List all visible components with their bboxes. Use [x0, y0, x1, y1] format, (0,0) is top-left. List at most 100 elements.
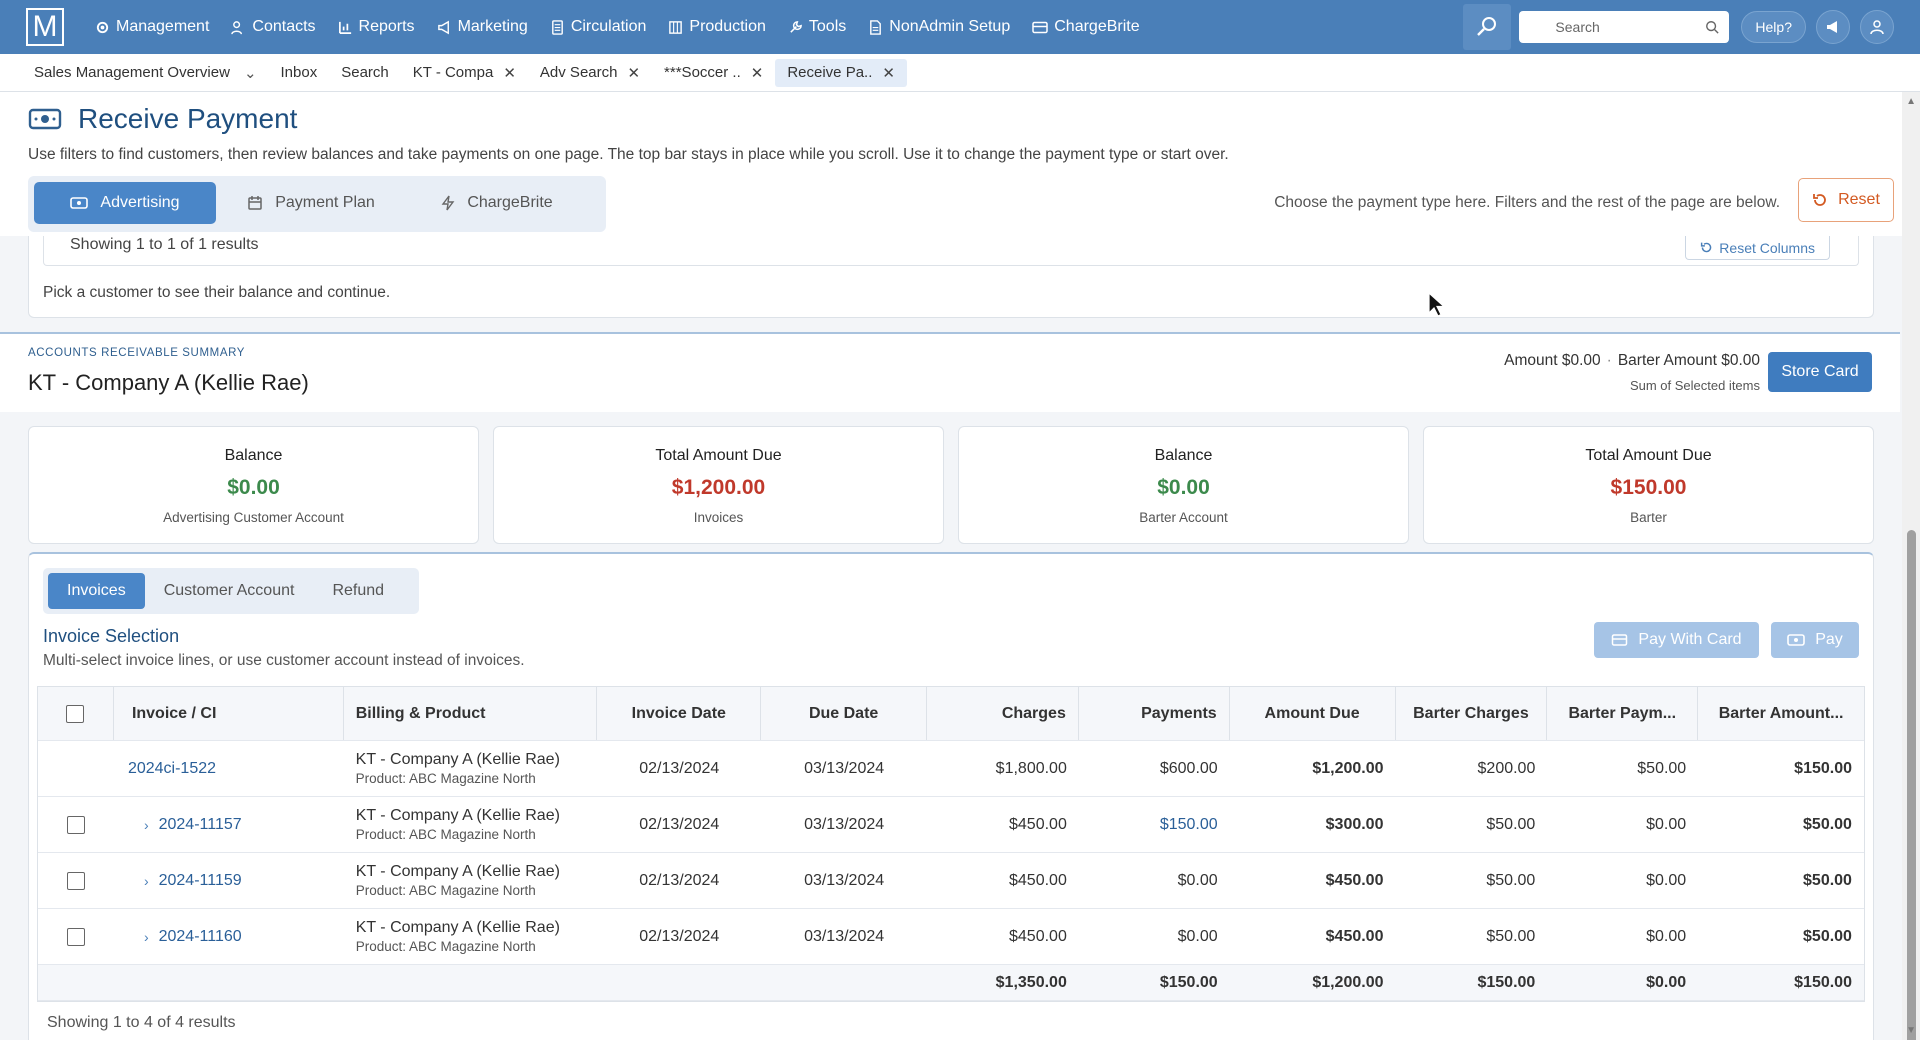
tab-invoices[interactable]: Invoices — [48, 573, 145, 609]
invoice-date: 02/13/2024 — [639, 815, 720, 833]
total-barter-payments: $0.00 — [1646, 973, 1687, 991]
tab-customer-account[interactable]: Customer Account — [145, 573, 314, 609]
col-header-due-date[interactable]: Due Date — [761, 687, 928, 740]
ar-summary: ACCOUNTS RECEIVABLE SUMMARY KT - Company… — [0, 332, 1900, 412]
announcements-button[interactable] — [1816, 10, 1850, 44]
nav-management[interactable]: Management — [84, 0, 220, 54]
nav-tools[interactable]: Tools — [777, 0, 857, 54]
col-header-amount-due[interactable]: Amount Due — [1230, 687, 1396, 740]
pay-with-card-button[interactable]: Pay With Card — [1594, 622, 1759, 658]
quick-search-button[interactable] — [1463, 4, 1512, 50]
global-search-input[interactable]: Search — [1519, 11, 1730, 43]
file-icon — [870, 19, 882, 35]
help-button[interactable]: Help? — [1741, 11, 1806, 43]
tab-soccer[interactable]: ***Soccer .. ✕ — [652, 59, 775, 87]
payments-link[interactable]: $150.00 — [1079, 797, 1230, 852]
barter-payments: $0.00 — [1646, 815, 1687, 833]
search-people-icon — [1477, 17, 1497, 36]
chart-icon — [338, 21, 351, 34]
invoice-link[interactable]: 2024-11157 — [159, 816, 242, 834]
payment-type-advertising[interactable]: Advertising — [34, 182, 216, 224]
nav-circulation[interactable]: Circulation — [539, 0, 658, 54]
page-header: Receive Payment Use filters to find cust… — [0, 92, 1920, 236]
nav-reports[interactable]: Reports — [327, 0, 426, 54]
page-title: Receive Payment — [78, 103, 298, 134]
charges: $1,800.00 — [995, 759, 1067, 777]
chevron-right-icon[interactable]: › — [144, 929, 149, 945]
table-row[interactable]: › 2024-11159 KT - Company A (Kellie Rae) P… — [38, 853, 1864, 909]
row-checkbox[interactable] — [66, 815, 85, 834]
billing-name: KT - Company A (Kellie Rae) — [355, 863, 560, 880]
customer-results-card: Showing 1 to 1 of 1 results Reset Column… — [28, 236, 1874, 318]
nav-nonadmin-setup[interactable]: NonAdmin Setup — [857, 0, 1021, 54]
payments: $0.00 — [1177, 927, 1218, 945]
col-header-barter-amount[interactable]: Barter Amount... — [1698, 687, 1864, 740]
table-row[interactable]: 2024ci-1522 KT - Company A (Kellie Rae) P… — [38, 741, 1864, 797]
tab-search[interactable]: Search — [329, 59, 401, 87]
invoice-link[interactable]: 2024-11160 — [159, 928, 242, 946]
top-nav: M Management Contacts Reports Marketing … — [0, 0, 1920, 54]
payment-type-payment-plan[interactable]: Payment Plan — [220, 182, 402, 224]
select-all-cell — [38, 687, 114, 740]
scroll-down-arrow[interactable]: ▼ — [1906, 1025, 1916, 1036]
chevron-right-icon[interactable]: › — [144, 873, 149, 889]
balance-card-advertising: Balance $0.00 Advertising Customer Accou… — [28, 426, 479, 544]
tab-sales-management-overview[interactable]: Sales Management Overview ⌄ — [22, 59, 269, 87]
app-logo[interactable]: M — [26, 8, 64, 46]
chevron-right-icon[interactable]: › — [144, 817, 149, 833]
tab-receive-payment[interactable]: Receive Pa.. ✕ — [775, 58, 907, 87]
table-row[interactable]: › 2024-11157 KT - Company A (Kellie Rae) P… — [38, 797, 1864, 853]
col-header-billing[interactable]: Billing & Product — [344, 687, 598, 740]
payment-type-chargebrite[interactable]: ChargeBrite — [406, 182, 588, 224]
card-icon — [1612, 634, 1628, 646]
row-checkbox[interactable] — [66, 927, 85, 946]
document-icon — [551, 19, 563, 35]
pay-button[interactable]: Pay — [1771, 622, 1859, 658]
chevron-down-icon[interactable]: ⌄ — [244, 64, 257, 82]
invoice-link[interactable]: 2024ci-1522 — [128, 760, 216, 778]
tab-refund[interactable]: Refund — [313, 573, 403, 609]
nav-production[interactable]: Production — [657, 0, 777, 54]
close-icon[interactable]: ✕ — [882, 64, 895, 82]
close-icon[interactable]: ✕ — [751, 64, 764, 82]
pick-customer-hint: Pick a customer to see their balance and… — [43, 284, 391, 301]
col-header-invoice-date[interactable]: Invoice Date — [597, 687, 762, 740]
invoice-date: 02/13/2024 — [639, 927, 720, 945]
ar-summary-label: ACCOUNTS RECEIVABLE SUMMARY — [28, 347, 246, 359]
page-scrollbar[interactable]: ▲ ▼ — [1902, 92, 1920, 1040]
select-all-checkbox[interactable] — [66, 704, 85, 723]
page-title-block: Receive Payment — [28, 103, 297, 135]
nav-contacts[interactable]: Contacts — [220, 0, 326, 54]
col-header-invoice[interactable]: Invoice / CI — [114, 687, 344, 740]
nav-chargebrite[interactable]: ChargeBrite — [1021, 0, 1150, 54]
barter-amount: $50.00 — [1803, 927, 1852, 945]
col-header-barter-payments[interactable]: Barter Paym... — [1547, 687, 1699, 740]
nav-marketing[interactable]: Marketing — [426, 0, 539, 54]
col-header-payments[interactable]: Payments — [1079, 687, 1230, 740]
user-profile-button[interactable] — [1860, 10, 1894, 44]
col-header-charges[interactable]: Charges — [927, 687, 1079, 740]
scrollbar-thumb[interactable] — [1907, 530, 1916, 1040]
reset-columns-button[interactable]: Reset Columns — [1685, 236, 1830, 260]
store-card-button[interactable]: Store Card — [1768, 352, 1872, 392]
billing-name: KT - Company A (Kellie Rae) — [355, 919, 560, 936]
row-checkbox[interactable] — [66, 871, 85, 890]
scroll-up-arrow[interactable]: ▲ — [1906, 96, 1916, 107]
col-header-barter-charges[interactable]: Barter Charges — [1396, 687, 1548, 740]
amount-due: $450.00 — [1325, 871, 1384, 889]
tab-kt-company[interactable]: KT - Compa ✕ — [401, 59, 528, 87]
tab-adv-search[interactable]: Adv Search ✕ — [528, 59, 652, 87]
close-icon[interactable]: ✕ — [627, 64, 640, 82]
building-icon — [669, 20, 683, 34]
close-icon[interactable]: ✕ — [503, 64, 516, 82]
invoice-link[interactable]: 2024-11159 — [159, 872, 242, 890]
balance-card-barter: Balance $0.00 Barter Account — [958, 426, 1409, 544]
card-value: $0.00 — [227, 476, 280, 499]
reset-button[interactable]: Reset — [1798, 178, 1894, 222]
card-value: $0.00 — [1157, 476, 1210, 499]
barter-charges: $200.00 — [1477, 759, 1536, 777]
table-row[interactable]: › 2024-11160 KT - Company A (Kellie Rae) P… — [38, 909, 1864, 965]
invoice-selection-title: Invoice Selection — [43, 626, 180, 646]
total-barter-charges: $150.00 — [1477, 973, 1536, 991]
tab-inbox[interactable]: Inbox — [269, 59, 330, 87]
